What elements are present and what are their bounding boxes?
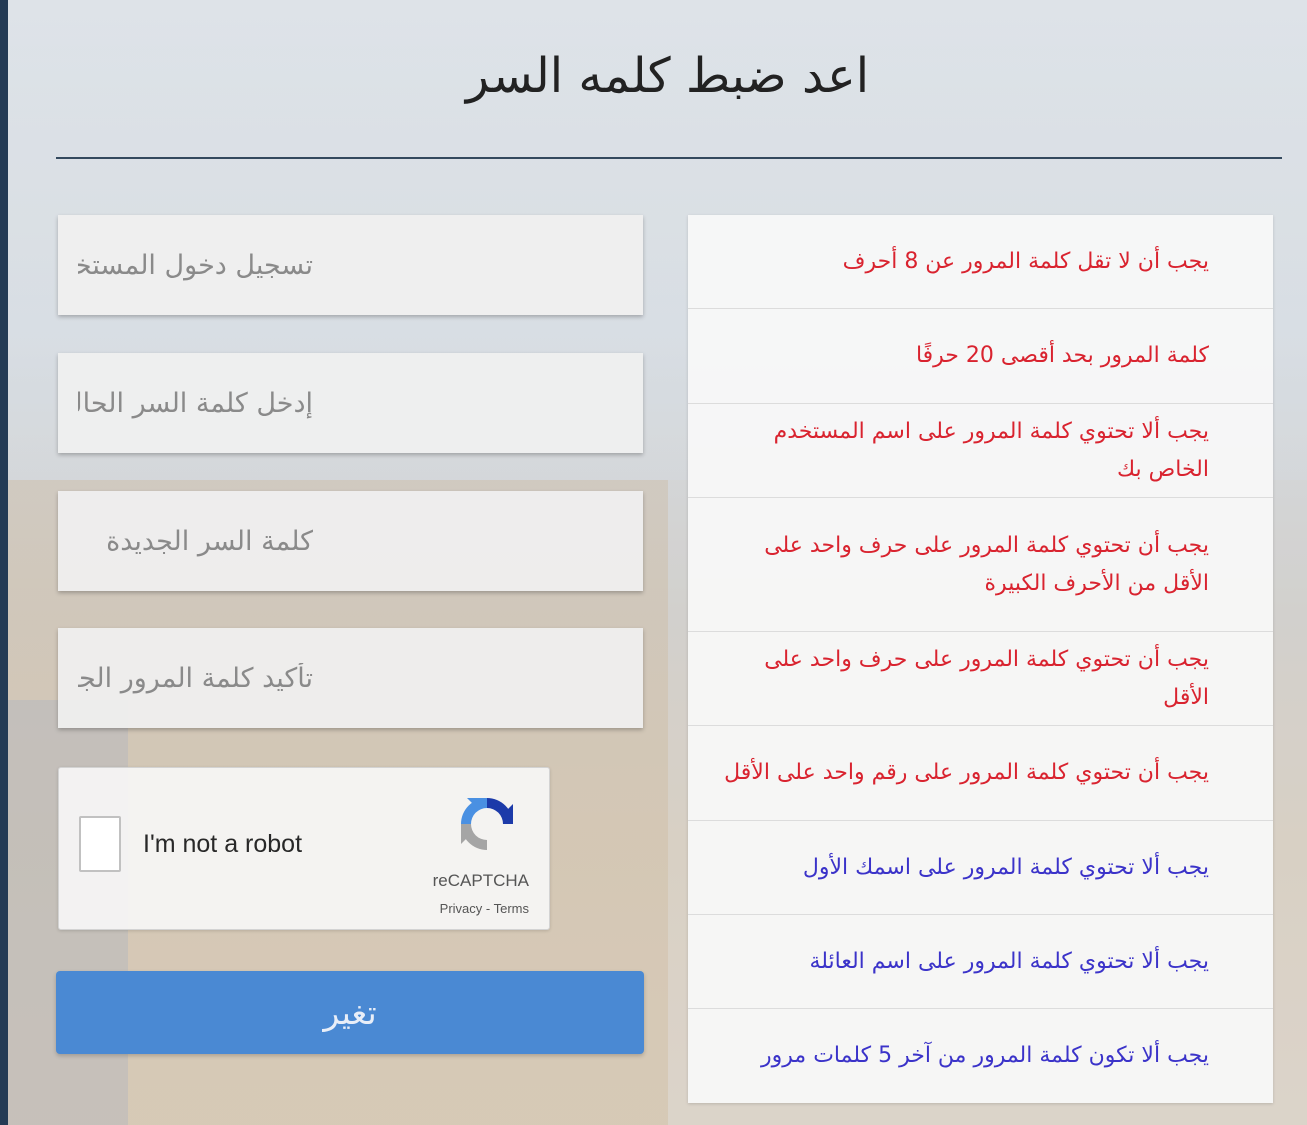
recaptcha-brand: reCAPTCHA	[432, 871, 529, 890]
title-divider	[56, 157, 1282, 159]
confirm-password-field-wrapper	[58, 628, 643, 728]
recaptcha-links: Privacy - Terms	[440, 901, 529, 916]
page-title: اعد ضبط كلمه السر	[465, 48, 870, 104]
username-field-wrapper	[58, 215, 643, 315]
recaptcha-terms-link[interactable]: Terms	[494, 901, 529, 916]
confirm-password-input[interactable]	[58, 628, 643, 728]
change-password-button[interactable]: تغير	[56, 971, 644, 1054]
left-edge-bar	[0, 0, 8, 1125]
recaptcha-widget: I'm not a robot reCAPTCHA Privacy - Term…	[58, 767, 550, 930]
new-password-field-wrapper	[58, 491, 643, 591]
recaptcha-logo-icon	[461, 798, 513, 850]
password-rules-list: يجب أن لا تقل كلمة المرور عن 8 أحرف كلمة…	[688, 215, 1273, 1103]
recaptcha-privacy-link[interactable]: Privacy	[440, 901, 483, 916]
password-rule-min-length: يجب أن لا تقل كلمة المرور عن 8 أحرف	[688, 215, 1273, 309]
password-rule-one-digit: يجب أن تحتوي كلمة المرور على رقم واحد عل…	[688, 726, 1273, 821]
password-rule-one-letter: يجب أن تحتوي كلمة المرور على حرف واحد عل…	[688, 632, 1273, 726]
new-password-input[interactable]	[58, 491, 643, 591]
recaptcha-checkbox[interactable]	[79, 816, 121, 872]
password-rule-no-first-name: يجب ألا تحتوي كلمة المرور على اسمك الأول	[688, 821, 1273, 915]
current-password-input[interactable]	[58, 353, 643, 453]
recaptcha-links-separator: -	[482, 901, 494, 916]
password-rule-no-last-name: يجب ألا تحتوي كلمة المرور على اسم العائل…	[688, 915, 1273, 1009]
username-input[interactable]	[58, 215, 643, 315]
password-rule-uppercase: يجب أن تحتوي كلمة المرور على حرف واحد عل…	[688, 498, 1273, 632]
recaptcha-label: I'm not a robot	[143, 830, 303, 858]
password-rule-max-length: كلمة المرور بحد أقصى 20 حرفًا	[688, 309, 1273, 404]
password-rule-no-username: يجب ألا تحتوي كلمة المرور على اسم المستخ…	[688, 404, 1273, 498]
current-password-field-wrapper	[58, 353, 643, 453]
password-rule-no-recent: يجب ألا تكون كلمة المرور من آخر 5 كلمات …	[761, 1043, 1209, 1068]
